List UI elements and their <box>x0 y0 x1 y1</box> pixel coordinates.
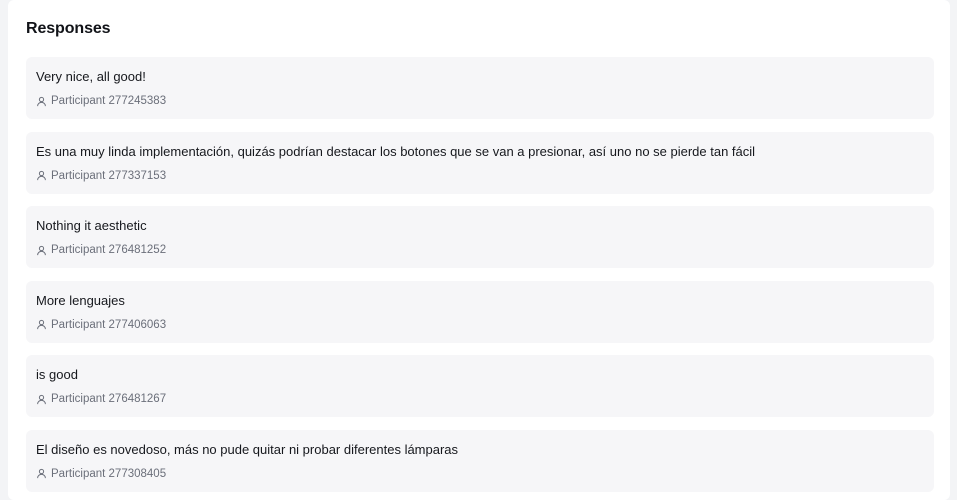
response-text: Very nice, all good! <box>36 69 146 84</box>
participant-meta: Participant 277308405 <box>36 467 166 481</box>
response-card: Very nice, all good! Participant 2772453… <box>26 57 934 119</box>
participant-meta: Participant 277337153 <box>36 169 166 183</box>
response-card: More lenguajes Participant 277406063 <box>26 280 934 343</box>
responses-list: Very nice, all good! Participant 2772453… <box>26 57 934 492</box>
response-text: El diseño es novedoso, más no pude quita… <box>36 441 459 457</box>
response-card: El diseño es novedoso, más no pude quita… <box>26 429 934 492</box>
response-card: is good Participant 276481267 <box>26 355 934 417</box>
user-icon <box>36 394 47 405</box>
participant-label: Participant 277337153 <box>51 169 167 182</box>
participant-label: Participant 277406063 <box>51 318 167 331</box>
response-text: Es una muy linda implementación, quizás … <box>36 143 756 159</box>
participant-label: Participant 277308405 <box>51 467 167 480</box>
response-card: Es una muy linda implementación, quizás … <box>26 131 934 194</box>
participant-label: Participant 277245383 <box>51 95 167 107</box>
participant-label: Participant 276481267 <box>51 393 167 405</box>
response-text: Nothing it aesthetic <box>36 218 147 233</box>
participant-label: Participant 276481252 <box>51 244 167 256</box>
user-icon <box>36 245 47 256</box>
participant-meta: Participant 276481252 <box>36 243 166 257</box>
participant-meta: Participant 277245383 <box>36 94 166 108</box>
response-text: is good <box>36 367 78 382</box>
user-icon <box>36 170 47 181</box>
response-card: Nothing it aesthetic Participant 2764812… <box>26 206 934 268</box>
section-title: Responses <box>26 20 111 37</box>
participant-meta: Participant 277406063 <box>36 318 166 332</box>
response-text: More lenguajes <box>36 292 125 308</box>
user-icon <box>36 468 47 479</box>
responses-panel: Responses Very nice, all good! Participa… <box>8 0 950 500</box>
participant-meta: Participant 276481267 <box>36 392 166 406</box>
user-icon <box>36 96 47 107</box>
user-icon <box>36 319 47 330</box>
